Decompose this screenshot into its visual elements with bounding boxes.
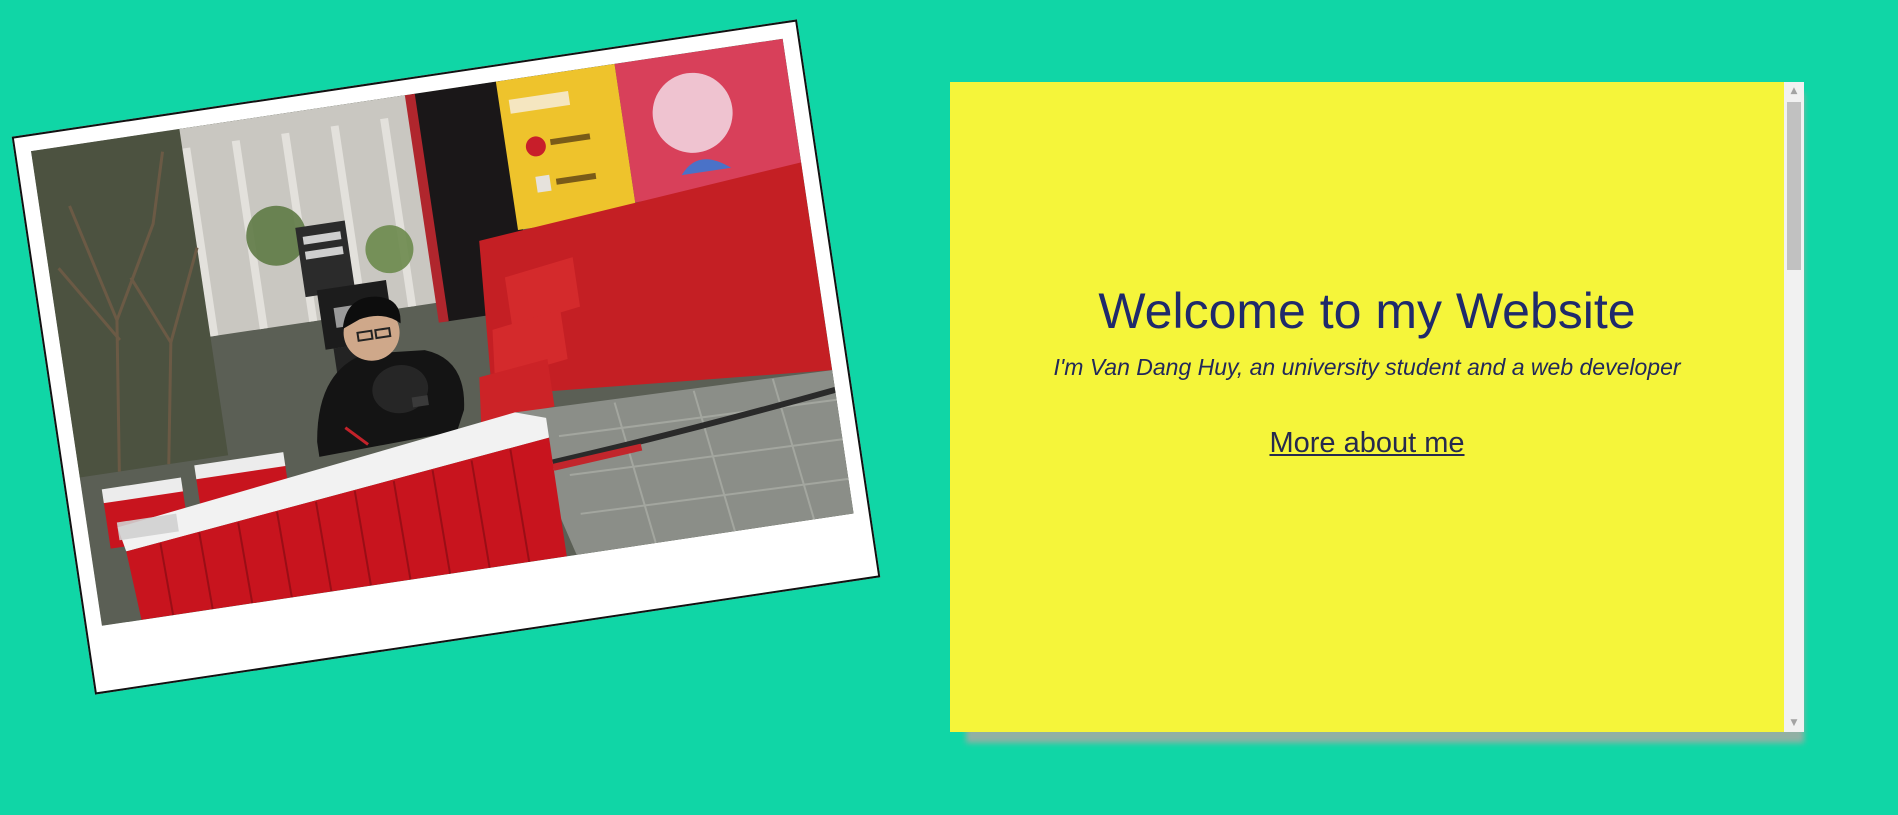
scroll-down-icon[interactable]: ▼: [1784, 714, 1804, 732]
scroll-up-icon[interactable]: ▲: [1784, 82, 1804, 100]
polaroid-frame: [11, 19, 881, 695]
page-title: Welcome to my Website: [1098, 283, 1636, 339]
scroll-thumb[interactable]: [1787, 102, 1801, 270]
more-about-me-link-wrap: More about me: [950, 427, 1784, 460]
hero-section: Welcome to my Website I'm Van Dang Huy, …: [950, 82, 1784, 732]
photo-illustration: [31, 38, 854, 626]
profile-photo: [31, 38, 854, 626]
more-about-me-link[interactable]: More about me: [1269, 427, 1464, 459]
website-panel: Welcome to my Website I'm Van Dang Huy, …: [950, 82, 1804, 732]
tagline: I'm Van Dang Huy, an university student …: [1053, 354, 1681, 380]
vertical-scrollbar[interactable]: ▲ ▼: [1784, 82, 1804, 732]
page: Welcome to my Website I'm Van Dang Huy, …: [0, 0, 1898, 815]
